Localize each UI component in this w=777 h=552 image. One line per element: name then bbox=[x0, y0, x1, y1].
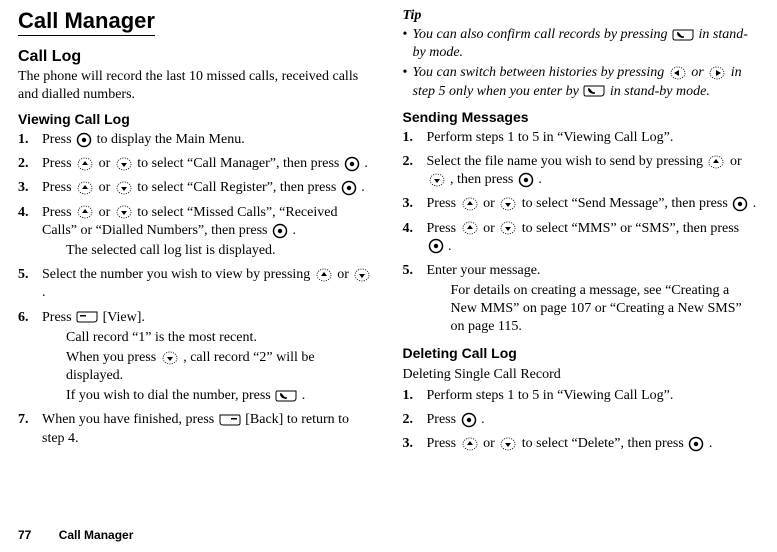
heading-viewing-call-log: Viewing Call Log bbox=[18, 111, 375, 127]
center-key-icon bbox=[272, 223, 288, 239]
nav-up-icon bbox=[315, 268, 333, 282]
right-softkey-icon bbox=[219, 413, 241, 427]
step-text: or bbox=[483, 221, 498, 236]
step-text: or bbox=[483, 196, 498, 211]
call-key-icon bbox=[583, 84, 605, 98]
step-text: to select “Call Register”, then press bbox=[137, 180, 340, 195]
center-key-icon bbox=[344, 156, 360, 172]
tip-text: You can switch between histories by pres… bbox=[413, 65, 668, 80]
nav-down-icon bbox=[499, 221, 517, 235]
page-title: Call Manager bbox=[18, 8, 155, 36]
step-note: If you wish to dial the number, press bbox=[66, 388, 274, 403]
step-text: Press bbox=[42, 180, 75, 195]
step-text: to select “Delete”, then press bbox=[522, 436, 688, 451]
step-text: . bbox=[481, 412, 485, 427]
step-text: Press bbox=[427, 436, 460, 451]
step-text: Select the number you wish to view by pr… bbox=[42, 267, 314, 282]
nav-down-icon bbox=[428, 173, 446, 187]
page-number: 77 bbox=[18, 528, 31, 542]
footer-section: Call Manager bbox=[59, 528, 134, 542]
step-text: or bbox=[730, 154, 742, 169]
step-text: . bbox=[753, 196, 757, 211]
step-text: to display the Main Menu. bbox=[97, 132, 245, 147]
center-key-icon bbox=[461, 412, 477, 428]
nav-down-icon bbox=[161, 351, 179, 365]
nav-up-icon bbox=[76, 205, 94, 219]
step-note: When you press bbox=[66, 350, 160, 365]
step-text: Press bbox=[42, 156, 75, 171]
nav-up-icon bbox=[461, 437, 479, 451]
nav-up-icon bbox=[76, 181, 94, 195]
nav-down-icon bbox=[353, 268, 371, 282]
step-text: . bbox=[364, 156, 368, 171]
step-text: Press bbox=[42, 205, 75, 220]
step-note: For details on creating a message, see “… bbox=[451, 282, 760, 337]
page-footer: 77 Call Manager bbox=[18, 528, 133, 542]
nav-up-icon bbox=[461, 221, 479, 235]
step-text: Enter your message. bbox=[427, 263, 541, 278]
tip-text: You can also confirm call records by pre… bbox=[413, 27, 671, 42]
center-key-icon bbox=[76, 132, 92, 148]
step-text: . bbox=[42, 285, 46, 300]
step-text: Select the file name you wish to send by… bbox=[427, 154, 707, 169]
step-text: [View]. bbox=[103, 310, 145, 325]
step-note: Call record “1” is the most recent. bbox=[66, 329, 375, 347]
steps-sending-messages: 1. Perform steps 1 to 5 in “Viewing Call… bbox=[403, 129, 760, 337]
step-text: to select “Call Manager”, then press bbox=[137, 156, 343, 171]
steps-deleting-call-log: 1. Perform steps 1 to 5 in “Viewing Call… bbox=[403, 387, 760, 454]
center-key-icon bbox=[518, 172, 534, 188]
nav-down-icon bbox=[115, 205, 133, 219]
tip-item: You can also confirm call records by pre… bbox=[403, 26, 760, 62]
call-key-icon bbox=[672, 28, 694, 42]
step-note: The selected call log list is displayed. bbox=[66, 242, 375, 260]
tip-text: or bbox=[691, 65, 707, 80]
left-softkey-icon bbox=[76, 310, 98, 324]
center-key-icon bbox=[341, 180, 357, 196]
center-key-icon bbox=[688, 436, 704, 452]
steps-viewing-call-log: 1. Press to display the Main Menu. 2. Pr… bbox=[18, 131, 375, 448]
intro-text: The phone will record the last 10 missed… bbox=[18, 68, 375, 103]
step-text: Press bbox=[42, 310, 75, 325]
call-key-icon bbox=[275, 389, 297, 403]
step-text: or bbox=[99, 180, 114, 195]
step-note: . bbox=[302, 388, 306, 403]
step-text: . bbox=[293, 223, 297, 238]
heading-sending-messages: Sending Messages bbox=[403, 109, 760, 125]
heading-deleting-call-log: Deleting Call Log bbox=[403, 345, 760, 361]
step-text: . bbox=[448, 239, 452, 254]
tip-heading: Tip bbox=[403, 8, 760, 24]
tip-item: You can switch between histories by pres… bbox=[403, 64, 760, 100]
heading-deleting-single: Deleting Single Call Record bbox=[403, 367, 760, 383]
step-text: or bbox=[99, 156, 114, 171]
nav-left-icon bbox=[669, 66, 687, 80]
center-key-icon bbox=[732, 196, 748, 212]
step-text: Press bbox=[427, 412, 460, 427]
center-key-icon bbox=[428, 238, 444, 254]
nav-down-icon bbox=[115, 157, 133, 171]
step-text: to select “MMS” or “SMS”, then press bbox=[522, 221, 739, 236]
step-text: to select “Send Message”, then press bbox=[522, 196, 732, 211]
step-text: or bbox=[337, 267, 352, 282]
step-text: Press bbox=[427, 196, 460, 211]
step-text: Perform steps 1 to 5 in “Viewing Call Lo… bbox=[427, 130, 674, 145]
step-text: . bbox=[538, 172, 542, 187]
nav-down-icon bbox=[115, 181, 133, 195]
nav-up-icon bbox=[461, 197, 479, 211]
step-text: or bbox=[99, 205, 114, 220]
nav-up-icon bbox=[76, 157, 94, 171]
step-text: , then press bbox=[450, 172, 517, 187]
nav-down-icon bbox=[499, 437, 517, 451]
step-text: Press bbox=[42, 132, 75, 147]
step-text: . bbox=[361, 180, 365, 195]
nav-up-icon bbox=[707, 155, 725, 169]
tip-text: in stand-by mode. bbox=[610, 84, 710, 99]
nav-right-icon bbox=[708, 66, 726, 80]
section-call-log: Call Log bbox=[18, 48, 375, 66]
step-text: Press bbox=[427, 221, 460, 236]
step-text: or bbox=[483, 436, 498, 451]
step-text: . bbox=[709, 436, 713, 451]
nav-down-icon bbox=[499, 197, 517, 211]
step-text: When you have finished, press bbox=[42, 412, 218, 427]
step-text: Perform steps 1 to 5 in “Viewing Call Lo… bbox=[427, 388, 674, 403]
